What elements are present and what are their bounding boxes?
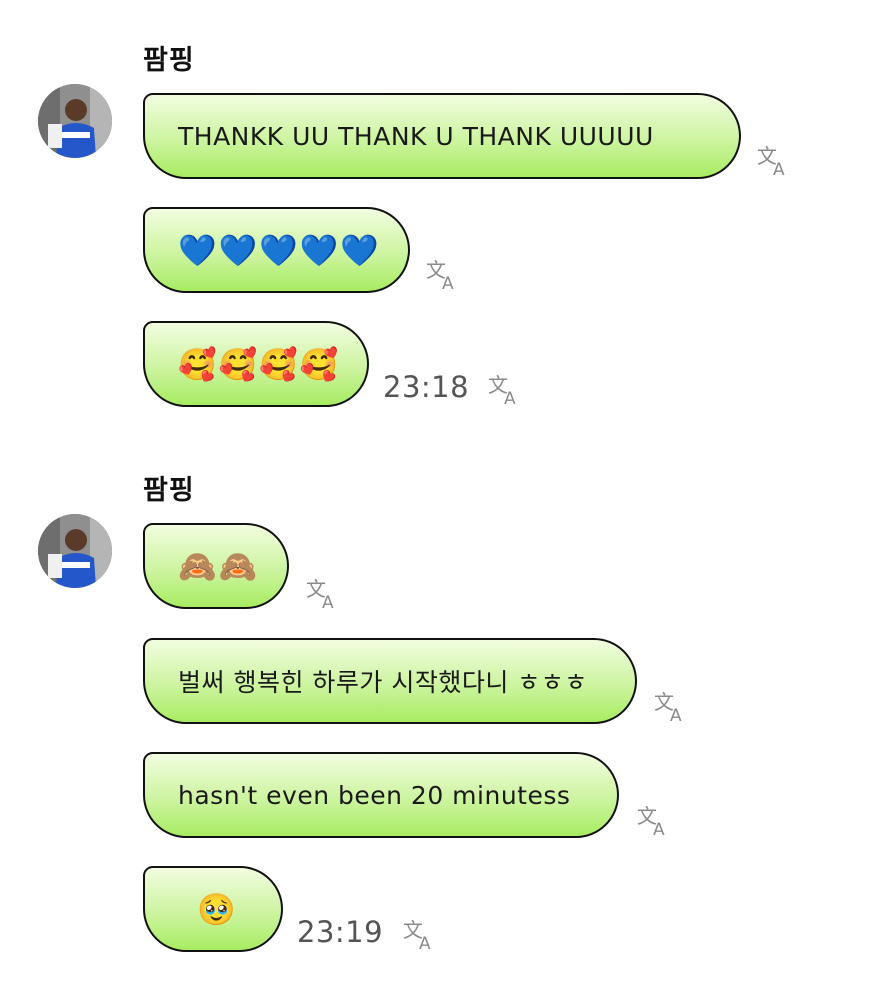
translate-icon[interactable]: 文 A — [636, 803, 672, 837]
message-bubble[interactable]: hasn't even been 20 minutess — [143, 752, 619, 838]
svg-text:A: A — [419, 934, 431, 951]
translate-icon[interactable]: 文 A — [756, 143, 792, 177]
message-text: 🥹 — [197, 891, 238, 928]
message-text: 💙💙💙💙💙 — [178, 232, 381, 269]
message-bubble[interactable]: 벌써 행복힌 하루가 시작했다니 ㅎㅎㅎ — [143, 638, 637, 724]
sender-name: 팜핑 — [143, 475, 195, 506]
svg-text:A: A — [504, 389, 516, 406]
translate-icon[interactable]: 文 A — [653, 689, 689, 723]
sender-name: 팜핑 — [143, 45, 195, 76]
translate-icon[interactable]: 文 A — [305, 576, 341, 610]
message-text: 🥰🥰🥰🥰 — [178, 346, 341, 383]
svg-text:A: A — [653, 820, 665, 837]
avatar[interactable] — [38, 84, 112, 158]
message-text: THANKK UU THANK U THANK UUUUU — [178, 121, 654, 151]
svg-text:A: A — [773, 160, 785, 177]
timestamp: 23:18 — [383, 370, 470, 404]
translate-icon[interactable]: 文 A — [487, 372, 523, 406]
message-bubble[interactable]: 🙈🙈 — [143, 523, 289, 609]
svg-text:A: A — [670, 706, 682, 723]
translate-icon[interactable]: 文 A — [402, 917, 438, 951]
timestamp: 23:19 — [297, 915, 384, 949]
avatar[interactable] — [38, 514, 112, 588]
message-text: hasn't even been 20 minutess — [178, 780, 571, 810]
svg-text:A: A — [442, 274, 454, 291]
svg-text:A: A — [322, 593, 334, 610]
message-bubble[interactable]: 🥰🥰🥰🥰 — [143, 321, 369, 407]
translate-icon[interactable]: 文 A — [425, 257, 461, 291]
message-text: 🙈🙈 — [178, 548, 260, 585]
message-bubble[interactable]: THANKK UU THANK U THANK UUUUU — [143, 93, 741, 179]
message-bubble[interactable]: 🥹 — [143, 866, 283, 952]
message-bubble[interactable]: 💙💙💙💙💙 — [143, 207, 410, 293]
message-text: 벌써 행복힌 하루가 시작했다니 ㅎㅎㅎ — [178, 668, 588, 697]
